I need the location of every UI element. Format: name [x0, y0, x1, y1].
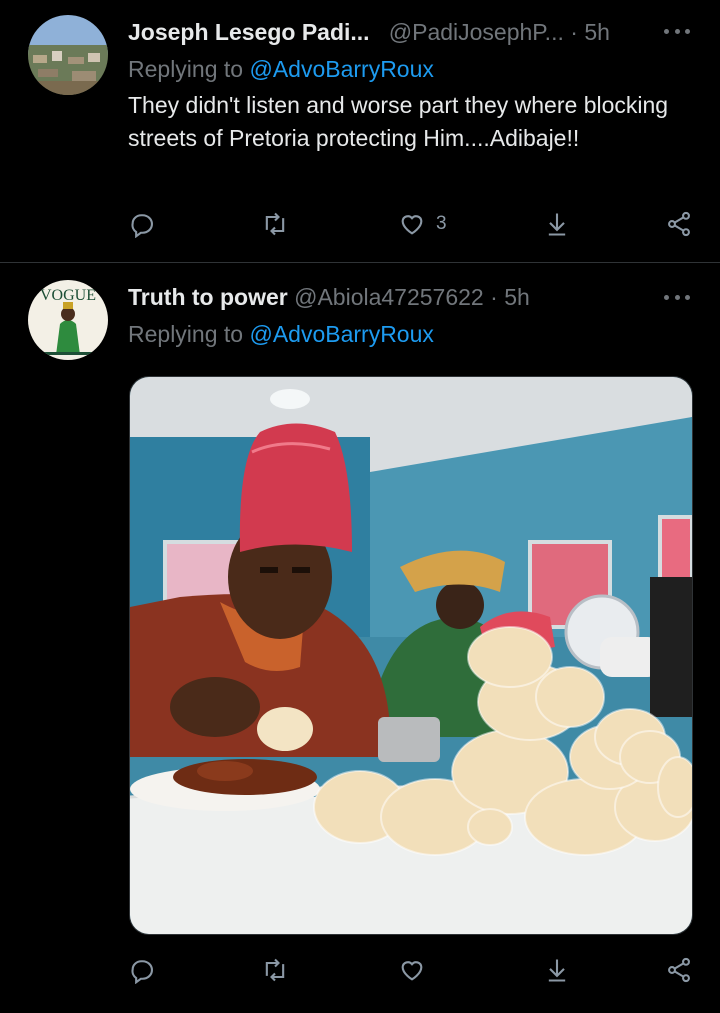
- share-icon: [668, 211, 690, 237]
- like-button[interactable]: [398, 955, 436, 985]
- tweet-actions: [128, 955, 698, 985]
- avatar[interactable]: [28, 15, 108, 95]
- author-name[interactable]: Truth to power: [128, 284, 288, 310]
- tweet-photo[interactable]: [129, 376, 693, 935]
- avatar[interactable]: VOGUE: [28, 280, 108, 360]
- timestamp[interactable]: 5h: [584, 19, 610, 45]
- retweet-icon: [265, 212, 285, 236]
- retweet-icon: [265, 958, 285, 982]
- reply-button[interactable]: [128, 209, 166, 239]
- share-button[interactable]: [665, 209, 693, 239]
- replying-prefix: Replying to: [128, 56, 250, 82]
- tweet-header: Joseph Lesego Padi... @PadiJosephP... · …: [128, 19, 610, 46]
- replying-prefix: Replying to: [128, 321, 250, 347]
- tweet-header: Truth to power @Abiola47257622 · 5h: [128, 284, 530, 311]
- download-button[interactable]: [543, 209, 571, 239]
- reply-icon: [131, 960, 153, 984]
- mention-link[interactable]: @AdvoBarryRoux: [249, 321, 433, 347]
- like-icon: [401, 961, 423, 981]
- tweet-actions: 3: [128, 209, 698, 239]
- avatar-magazine-title: VOGUE: [40, 287, 96, 304]
- like-icon: [401, 215, 423, 235]
- author-name[interactable]: Joseph Lesego Padi...: [128, 19, 370, 45]
- timestamp[interactable]: 5h: [504, 284, 530, 310]
- tweet[interactable]: Joseph Lesego Padi... @PadiJosephP... · …: [0, 0, 720, 263]
- like-count: 3: [436, 213, 447, 234]
- more-icon[interactable]: [664, 292, 690, 302]
- replying-to: Replying to @AdvoBarryRoux: [128, 56, 434, 83]
- reply-button[interactable]: [128, 955, 166, 985]
- like-button[interactable]: 3: [398, 209, 447, 239]
- separator-dot: ·: [570, 19, 578, 45]
- download-button[interactable]: [543, 955, 571, 985]
- separator-dot: ·: [490, 284, 498, 310]
- tweet[interactable]: VOGUE Truth to power @Abiola47257622 · 5…: [0, 263, 720, 1013]
- retweet-button[interactable]: [261, 209, 299, 239]
- share-icon: [668, 957, 690, 983]
- reply-icon: [131, 214, 153, 238]
- author-handle[interactable]: @PadiJosephP...: [389, 19, 564, 45]
- retweet-button[interactable]: [261, 955, 299, 985]
- mention-link[interactable]: @AdvoBarryRoux: [249, 56, 433, 82]
- share-button[interactable]: [665, 955, 693, 985]
- tweet-text: They didn't listen and worse part they w…: [128, 92, 669, 151]
- more-icon[interactable]: [664, 26, 690, 36]
- author-handle[interactable]: @Abiola47257622: [294, 284, 484, 310]
- replying-to: Replying to @AdvoBarryRoux: [128, 321, 434, 348]
- download-icon: [548, 213, 566, 236]
- download-icon: [548, 959, 566, 982]
